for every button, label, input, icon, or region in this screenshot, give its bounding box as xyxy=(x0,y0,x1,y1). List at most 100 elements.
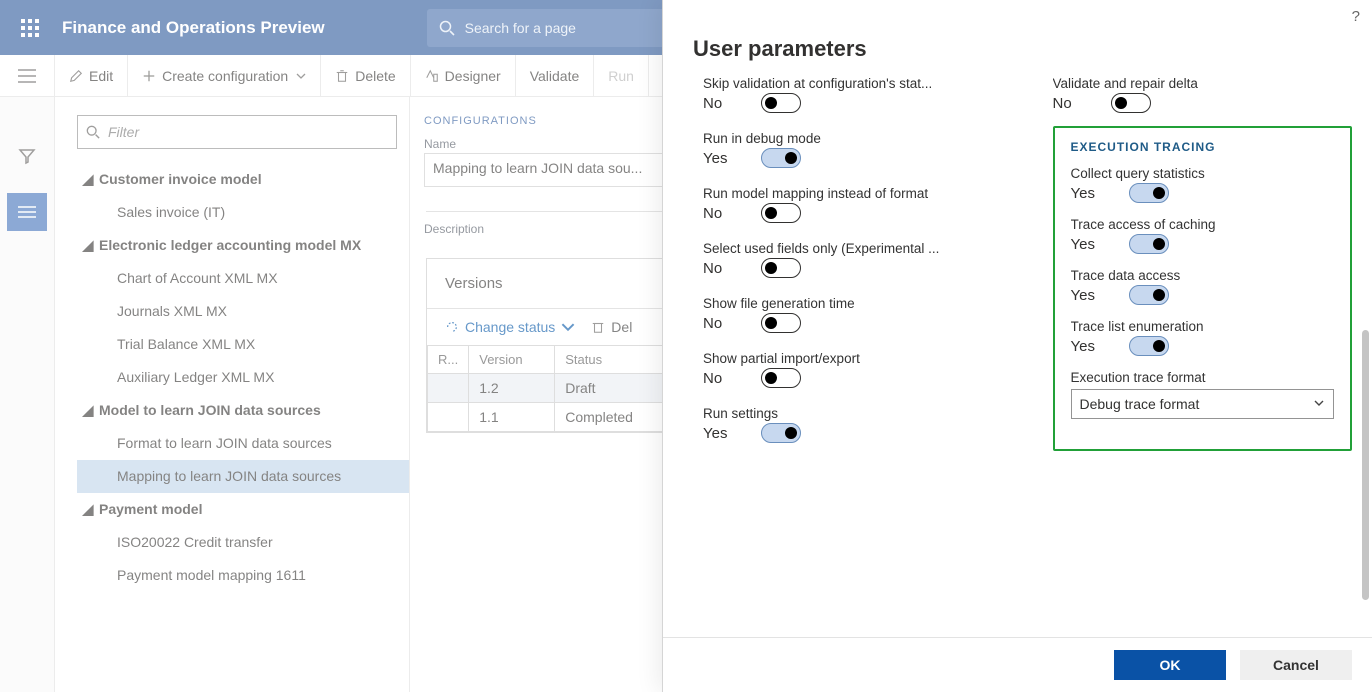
setting-toggle[interactable] xyxy=(761,423,801,443)
tree-item-label: Chart of Account XML MX xyxy=(117,270,278,286)
tree-item-selected[interactable]: Mapping to learn JOIN data sources xyxy=(77,460,409,493)
chevron-down-icon xyxy=(1313,396,1325,412)
chevron-down-icon xyxy=(296,68,306,84)
tree-filter[interactable] xyxy=(77,115,397,149)
tree-item-label: Format to learn JOIN data sources xyxy=(117,435,332,451)
setting-file-gen-time: Show file generation time No xyxy=(703,296,1003,333)
setting-partial-import-export: Show partial import/export No xyxy=(703,351,1003,388)
caret-icon: ◢ xyxy=(77,163,99,196)
setting-label: Show file generation time xyxy=(703,296,1003,311)
setting-toggle[interactable] xyxy=(761,368,801,388)
tree-item-label: ISO20022 Credit transfer xyxy=(117,534,273,550)
setting-trace-caching: Trace access of caching Yes xyxy=(1071,217,1335,254)
setting-toggle[interactable] xyxy=(761,93,801,113)
edit-label: Edit xyxy=(89,68,113,84)
setting-label: Run settings xyxy=(703,406,1003,421)
create-configuration-button[interactable]: Create configuration xyxy=(128,55,321,96)
tree-item[interactable]: Chart of Account XML MX xyxy=(77,262,409,295)
list-icon xyxy=(18,205,36,219)
tree-group-label: Model to learn JOIN data sources xyxy=(99,394,321,427)
delete-version-label: Del xyxy=(611,319,632,335)
col-r[interactable]: R... xyxy=(428,346,469,374)
change-status-label: Change status xyxy=(465,319,555,335)
name-value: Mapping to learn JOIN data sou... xyxy=(433,160,642,176)
setting-run-model-mapping: Run model mapping instead of format No xyxy=(703,186,1003,223)
pencil-icon xyxy=(69,69,83,83)
trace-format-value: Debug trace format xyxy=(1080,396,1200,412)
app-launcher-button[interactable] xyxy=(10,8,50,48)
setting-debug-mode: Run in debug mode Yes xyxy=(703,131,1003,168)
tree-group[interactable]: ◢ Model to learn JOIN data sources xyxy=(77,394,409,427)
panel-footer: OK Cancel xyxy=(663,637,1372,692)
create-label: Create configuration xyxy=(162,68,288,84)
setting-toggle[interactable] xyxy=(761,258,801,278)
trash-icon xyxy=(591,320,605,334)
caret-icon: ◢ xyxy=(77,229,99,262)
tree-item-label: Payment model mapping 1611 xyxy=(117,567,306,583)
setting-label: Execution trace format xyxy=(1071,370,1335,385)
funnel-button[interactable] xyxy=(7,137,47,175)
setting-toggle[interactable] xyxy=(761,148,801,168)
setting-value: Yes xyxy=(1071,185,1105,202)
tree-item-label: Trial Balance XML MX xyxy=(117,336,255,352)
execution-tracing-heading: EXECUTION TRACING xyxy=(1071,140,1335,154)
tree-item[interactable]: Trial Balance XML MX xyxy=(77,328,409,361)
setting-trace-data-access: Trace data access Yes xyxy=(1071,268,1335,305)
scrollbar[interactable] xyxy=(1362,330,1369,600)
setting-toggle[interactable] xyxy=(761,203,801,223)
designer-button[interactable]: Designer xyxy=(411,55,516,96)
tree-item-label: Auxiliary Ledger XML MX xyxy=(117,369,274,385)
setting-toggle[interactable] xyxy=(1129,183,1169,203)
setting-label: Show partial import/export xyxy=(703,351,1003,366)
tree-item[interactable]: Journals XML MX xyxy=(77,295,409,328)
setting-toggle[interactable] xyxy=(1129,285,1169,305)
list-button[interactable] xyxy=(7,193,47,231)
tree-item[interactable]: ISO20022 Credit transfer xyxy=(77,526,409,559)
edit-button[interactable]: Edit xyxy=(55,55,128,96)
tree-item-label: Journals XML MX xyxy=(117,303,227,319)
cancel-button[interactable]: Cancel xyxy=(1240,650,1352,680)
caret-icon: ◢ xyxy=(77,394,99,427)
validate-button[interactable]: Validate xyxy=(516,55,595,96)
validate-label: Validate xyxy=(530,68,580,84)
funnel-icon xyxy=(18,147,36,165)
setting-used-fields-only: Select used fields only (Experimental ..… xyxy=(703,241,1003,278)
setting-label: Trace data access xyxy=(1071,268,1335,283)
delete-button[interactable]: Delete xyxy=(321,55,410,96)
tree-item[interactable]: Format to learn JOIN data sources xyxy=(77,427,409,460)
tree-item[interactable]: Auxiliary Ledger XML MX xyxy=(77,361,409,394)
setting-toggle[interactable] xyxy=(1129,336,1169,356)
tree-group[interactable]: ◢ Electronic ledger accounting model MX xyxy=(77,229,409,262)
setting-value: Yes xyxy=(1071,338,1105,355)
app-title: Finance and Operations Preview xyxy=(62,18,325,38)
setting-label: Trace list enumeration xyxy=(1071,319,1335,334)
setting-validate-delta: Validate and repair delta No xyxy=(1053,76,1353,113)
ok-button[interactable]: OK xyxy=(1114,650,1226,680)
tree-item-label: Sales invoice (IT) xyxy=(117,204,225,220)
tree-group[interactable]: ◢ Payment model xyxy=(77,493,409,526)
tree-item[interactable]: Sales invoice (IT) xyxy=(77,196,409,229)
trash-icon xyxy=(335,69,349,83)
hamburger-button[interactable] xyxy=(0,55,55,97)
delete-version-button[interactable]: Del xyxy=(591,319,632,335)
setting-skip-validation: Skip validation at configuration's stat.… xyxy=(703,76,1003,113)
help-button[interactable]: ? xyxy=(1352,8,1360,25)
trace-format-dropdown[interactable]: Debug trace format xyxy=(1071,389,1335,419)
tree-group[interactable]: ◢ Customer invoice model xyxy=(77,163,409,196)
setting-value: No xyxy=(703,95,737,112)
search-icon xyxy=(439,20,455,36)
change-status-button[interactable]: Change status xyxy=(445,319,575,335)
setting-label: Select used fields only (Experimental ..… xyxy=(703,241,1003,256)
tree-group-label: Customer invoice model xyxy=(99,163,262,196)
left-rail xyxy=(0,97,55,692)
search-icon xyxy=(86,125,100,139)
chevron-down-icon xyxy=(561,320,575,334)
tree-item[interactable]: Payment model mapping 1611 xyxy=(77,559,409,592)
setting-value: No xyxy=(1053,95,1087,112)
col-version[interactable]: Version xyxy=(469,346,555,374)
setting-toggle[interactable] xyxy=(1129,234,1169,254)
setting-toggle[interactable] xyxy=(1111,93,1151,113)
setting-toggle[interactable] xyxy=(761,313,801,333)
setting-label: Run model mapping instead of format xyxy=(703,186,1003,201)
tree-filter-input[interactable] xyxy=(108,124,396,140)
